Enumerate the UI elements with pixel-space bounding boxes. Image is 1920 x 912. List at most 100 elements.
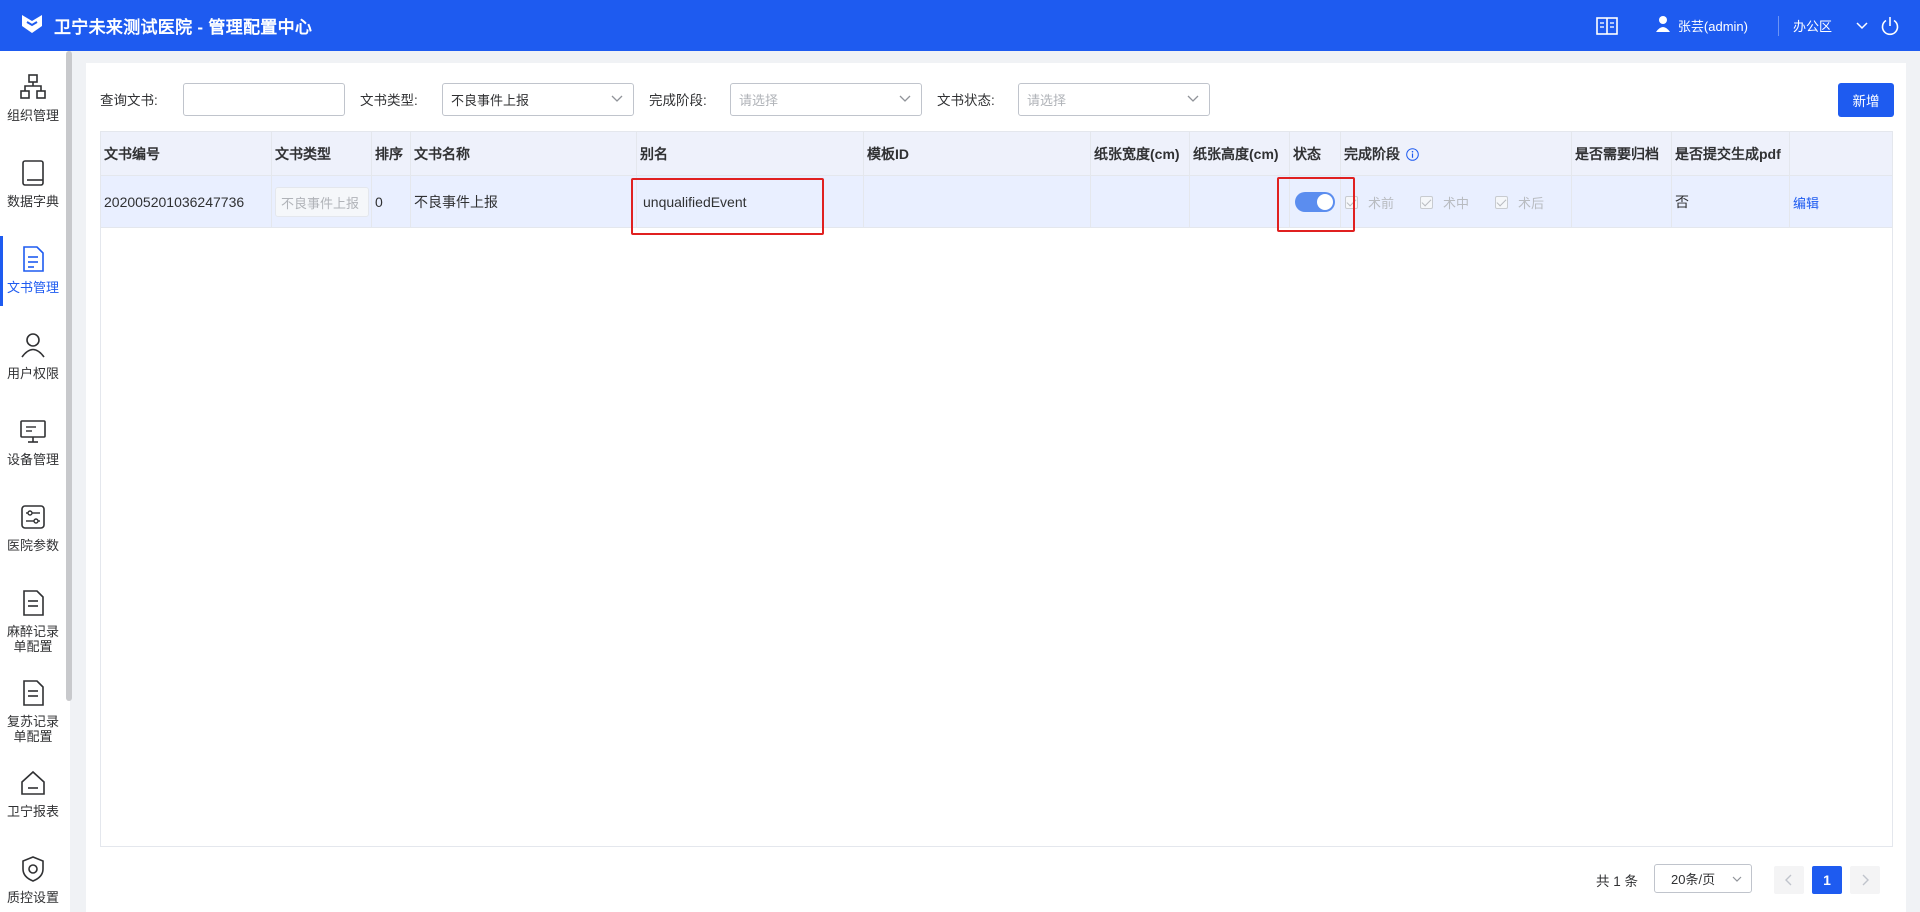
book-icon [22, 160, 44, 186]
status-highlight-box [1277, 177, 1355, 232]
info-icon[interactable] [1406, 147, 1419, 161]
user-menu[interactable]: 张芸(admin) [1655, 15, 1748, 36]
stage-label: 术后 [1518, 195, 1545, 211]
sidebar-item-dictionary[interactable]: 数据字典 [0, 158, 66, 209]
shield-icon [22, 856, 44, 882]
app-title: 卫宁未来测试医院 - 管理配置中心 [54, 18, 313, 37]
col-stage: 完成阶段 [1341, 132, 1572, 176]
prev-page-button[interactable] [1774, 866, 1804, 894]
col-status: 状态 [1290, 132, 1341, 176]
query-input[interactable] [183, 83, 345, 116]
location-select[interactable]: 办公区 [1793, 16, 1868, 35]
query-label: 查询文书: [100, 93, 158, 108]
sidebar-item-documents[interactable]: 文书管理 [0, 236, 66, 306]
sidebar-item-hospital-params[interactable]: 医院参数 [0, 502, 66, 553]
col-doc-id: 文书编号 [101, 132, 272, 176]
col-submit-pdf: 是否提交生成pdf [1672, 132, 1790, 176]
stage-select[interactable]: 请选择 [730, 83, 922, 116]
col-need-archive: 是否需要归档 [1572, 132, 1672, 176]
cell-doc-name: 不良事件上报 [411, 176, 637, 228]
type-select[interactable]: 不良事件上报 [442, 83, 634, 116]
sidebar-item-label: 用户权限 [6, 366, 59, 381]
col-actions [1790, 132, 1892, 176]
sidebar-item-quality-control[interactable]: 质控设置 [0, 854, 66, 905]
sidebar-item-anesthesia-config[interactable]: 麻醉记录单配置 [0, 588, 66, 654]
cell-doc-type: 不良事件上报 [272, 176, 372, 228]
chevron-down-icon [1856, 18, 1868, 33]
col-stage-label: 完成阶段 [1344, 146, 1400, 162]
main-panel: 查询文书: 文书类型: 不良事件上报 完成阶段: 请选择 文书状态: 请选择 新… [86, 63, 1906, 912]
chevron-right-icon [1862, 874, 1869, 886]
settings-box-icon [21, 505, 45, 529]
sidebar-item-user-permissions[interactable]: 用户权限 [0, 330, 66, 381]
col-doc-type: 文书类型 [272, 132, 372, 176]
alias-highlight-box [631, 178, 824, 235]
type-label: 文书类型: [360, 93, 418, 108]
sidebar-item-devices[interactable]: 设备管理 [0, 416, 66, 467]
sidebar-item-label: 医院参数 [6, 538, 59, 553]
page-1-button[interactable]: 1 [1812, 866, 1842, 894]
col-paper-height: 纸张高度(cm) [1190, 132, 1290, 176]
brand: 卫宁未来测试医院 - 管理配置中心 [20, 13, 312, 38]
edit-link[interactable]: 编辑 [1793, 193, 1819, 212]
logo-icon [20, 13, 44, 38]
status-select-placeholder: 请选择 [1027, 93, 1067, 108]
status-label: 文书状态: [937, 93, 995, 108]
power-icon[interactable] [1880, 16, 1900, 36]
status-select[interactable]: 请选择 [1018, 83, 1210, 116]
cell-submit-pdf: 否 [1672, 176, 1790, 228]
chevron-down-icon [899, 95, 911, 102]
next-page-button[interactable] [1850, 866, 1880, 894]
sidebar-item-reports[interactable]: 卫宁报表 [0, 768, 66, 819]
sidebar-item-label: 麻醉记录单配置 [6, 624, 59, 654]
cell-stage: 术前 术中 术后 [1341, 176, 1572, 228]
chevron-down-icon [1732, 876, 1742, 882]
sidebar-item-recovery-config[interactable]: 复苏记录单配置 [0, 678, 66, 744]
table-header: 文书编号 文书类型 排序 文书名称 别名 模板ID 纸张宽度(cm) 纸张高度(… [101, 132, 1892, 176]
cell-actions: 编辑 [1790, 176, 1892, 228]
chevron-down-icon [1187, 95, 1199, 102]
stage-label: 术中 [1443, 195, 1470, 211]
stage-checkbox-intraop[interactable]: 术中 [1420, 193, 1469, 212]
divider [1777, 15, 1779, 36]
sidebar: 组织管理 数据字典 文书管理 用户权限 设备管理 医院参数 麻醉记录单配置 复苏… [0, 51, 70, 912]
doc-type-input: 不良事件上报 [275, 187, 369, 217]
location-label: 办公区 [1792, 19, 1832, 34]
user-icon [21, 333, 45, 358]
col-alias: 别名 [637, 132, 864, 176]
sidebar-item-label: 复苏记录单配置 [6, 714, 59, 744]
sidebar-item-org[interactable]: 组织管理 [0, 72, 66, 123]
sidebar-item-label: 数据字典 [6, 194, 59, 209]
sidebar-scrollbar[interactable] [66, 51, 72, 701]
monitor-icon [20, 420, 46, 443]
sidebar-item-label: 设备管理 [6, 452, 59, 467]
book-icon[interactable] [1596, 16, 1618, 35]
new-button[interactable]: 新增 [1838, 83, 1894, 117]
user-avatar-icon [1655, 15, 1670, 36]
chevron-left-icon [1785, 874, 1792, 886]
checkbox-icon [1420, 195, 1434, 209]
chevron-down-icon [611, 95, 623, 102]
pagination-total: 共 1 条 [1596, 874, 1639, 889]
stage-checkbox-postop[interactable]: 术后 [1495, 193, 1544, 212]
document-icon [23, 590, 44, 616]
stage-label: 术前 [1368, 195, 1395, 211]
top-bar: 卫宁未来测试医院 - 管理配置中心 张芸(admin) 办公区 [0, 0, 1920, 51]
document-icon [23, 246, 44, 272]
cell-need-archive [1572, 176, 1672, 228]
sidebar-item-label: 文书管理 [6, 280, 59, 295]
type-select-value: 不良事件上报 [451, 93, 530, 108]
page-size-select[interactable]: 20条/页 [1654, 864, 1752, 893]
sidebar-item-label: 组织管理 [6, 108, 59, 123]
cell-paper-width [1091, 176, 1190, 228]
cell-paper-height [1190, 176, 1290, 228]
cell-doc-id: 202005201036247736 [101, 176, 272, 228]
home-icon [21, 770, 45, 795]
org-icon [20, 74, 46, 99]
table-row[interactable]: 202005201036247736 不良事件上报 0 不良事件上报 unqua… [101, 176, 1892, 228]
sidebar-item-label: 卫宁报表 [6, 804, 59, 819]
page-size-value: 20条/页 [1671, 872, 1716, 887]
user-name: 张芸(admin) [1677, 19, 1748, 34]
col-template-id: 模板ID [864, 132, 1091, 176]
col-sort: 排序 [372, 132, 411, 176]
